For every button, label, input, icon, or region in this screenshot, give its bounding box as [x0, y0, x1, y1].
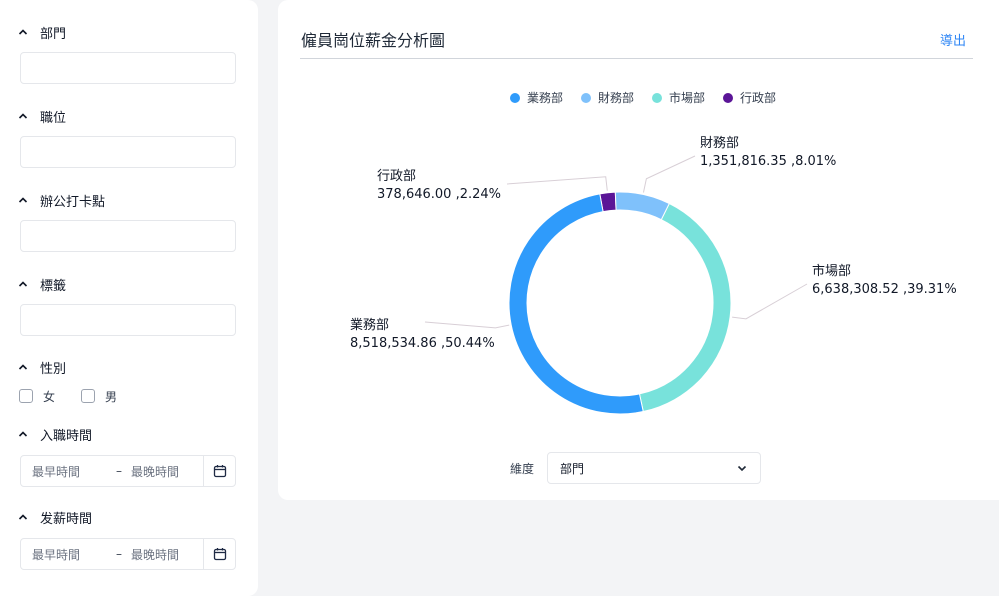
checkbox-label: 男 — [105, 389, 118, 404]
donut-slice[interactable] — [508, 193, 644, 415]
donut-slice[interactable] — [614, 191, 671, 221]
gender-option-male[interactable]: 男 — [81, 387, 117, 405]
filter-section-pay-date[interactable]: 发薪時間 — [18, 507, 92, 527]
calendar-button[interactable] — [203, 456, 235, 486]
slice-leader-line — [642, 155, 696, 193]
slice-label-name: 業務部 — [350, 317, 389, 333]
slice-leader-line — [506, 176, 608, 191]
tags-input[interactable] — [20, 304, 236, 336]
filter-panel: 部門 職位 辦公打卡點 標籤 性別 女 男 入職時間 最早時間 – 最晚時間 发… — [0, 0, 258, 596]
position-input[interactable] — [20, 136, 236, 168]
calendar-button[interactable] — [203, 539, 235, 569]
chevron-up-icon — [18, 514, 28, 520]
slice-label-value: 378,646.00 ,2.24% — [377, 187, 501, 202]
slice-leader-line — [732, 283, 808, 320]
slice-label-value: 1,351,816.35 ,8.01% — [700, 154, 836, 169]
calendar-icon — [213, 465, 226, 478]
filter-section-label: 辦公打卡點 — [40, 194, 106, 210]
checkbox[interactable] — [81, 389, 95, 403]
slice-label-name: 財務部 — [700, 136, 739, 151]
filter-section-checkin-location[interactable]: 辦公打卡點 — [18, 190, 105, 210]
hire-date-start-input[interactable]: 最早時間 — [21, 463, 107, 480]
slice-label-name: 行政部 — [377, 169, 416, 184]
chevron-down-icon — [737, 465, 747, 472]
checkbox-label: 女 — [43, 389, 56, 404]
pay-date-end-input[interactable]: 最晚時間 — [131, 546, 205, 563]
slice-leader-line — [424, 321, 510, 329]
filter-section-label: 入職時間 — [40, 428, 93, 444]
chevron-up-icon — [18, 113, 28, 119]
slice-label-value: 8,518,534.86 ,50.44% — [350, 336, 495, 351]
donut-slice[interactable] — [638, 202, 732, 413]
checkin-location-input[interactable] — [20, 220, 236, 252]
chevron-up-icon — [18, 197, 28, 203]
pay-date-range-picker[interactable]: 最早時間 – 最晚時間 — [20, 538, 236, 570]
filter-section-label: 性別 — [40, 361, 67, 377]
hire-date-range-picker[interactable]: 最早時間 – 最晚時間 — [20, 455, 236, 487]
filter-section-gender[interactable]: 性別 — [18, 357, 66, 377]
filter-section-label: 发薪時間 — [40, 511, 93, 527]
pay-date-start-input[interactable]: 最早時間 — [21, 546, 107, 563]
filter-section-label: 標籤 — [40, 278, 67, 294]
dimension-selected-value: 部門 — [560, 461, 585, 476]
calendar-icon — [213, 548, 226, 561]
chevron-up-icon — [18, 431, 28, 437]
dimension-label: 維度 — [510, 462, 535, 476]
department-input[interactable] — [20, 52, 236, 84]
slice-label-name: 市場部 — [812, 263, 851, 279]
chevron-up-icon — [18, 281, 28, 287]
gender-option-female[interactable]: 女 — [19, 387, 55, 405]
slice-label-value: 6,638,308.52 ,39.31% — [812, 282, 957, 297]
chevron-up-icon — [18, 364, 28, 370]
hire-date-end-input[interactable]: 最晚時間 — [131, 463, 205, 480]
date-range-separator: – — [116, 464, 122, 478]
filter-section-position[interactable]: 職位 — [18, 106, 66, 126]
chart-card: 僱員崗位薪金分析圖 導出 業務部 財務部 市場部 行政部 行政部 378,646.… — [278, 0, 999, 500]
dimension-select[interactable]: 部門 — [547, 452, 761, 484]
filter-section-tags[interactable]: 標籤 — [18, 274, 66, 294]
filter-section-department[interactable]: 部門 — [18, 22, 66, 42]
chevron-up-icon — [18, 29, 28, 35]
donut-chart: 行政部 378,646.00 ,2.24% 財務部 1,351,816.35 ,8.0… — [350, 136, 957, 415]
date-range-separator: – — [116, 547, 122, 561]
checkbox[interactable] — [19, 389, 33, 403]
filter-section-label: 部門 — [40, 26, 67, 42]
filter-section-label: 職位 — [40, 110, 67, 126]
filter-section-hire-date[interactable]: 入職時間 — [18, 424, 92, 444]
